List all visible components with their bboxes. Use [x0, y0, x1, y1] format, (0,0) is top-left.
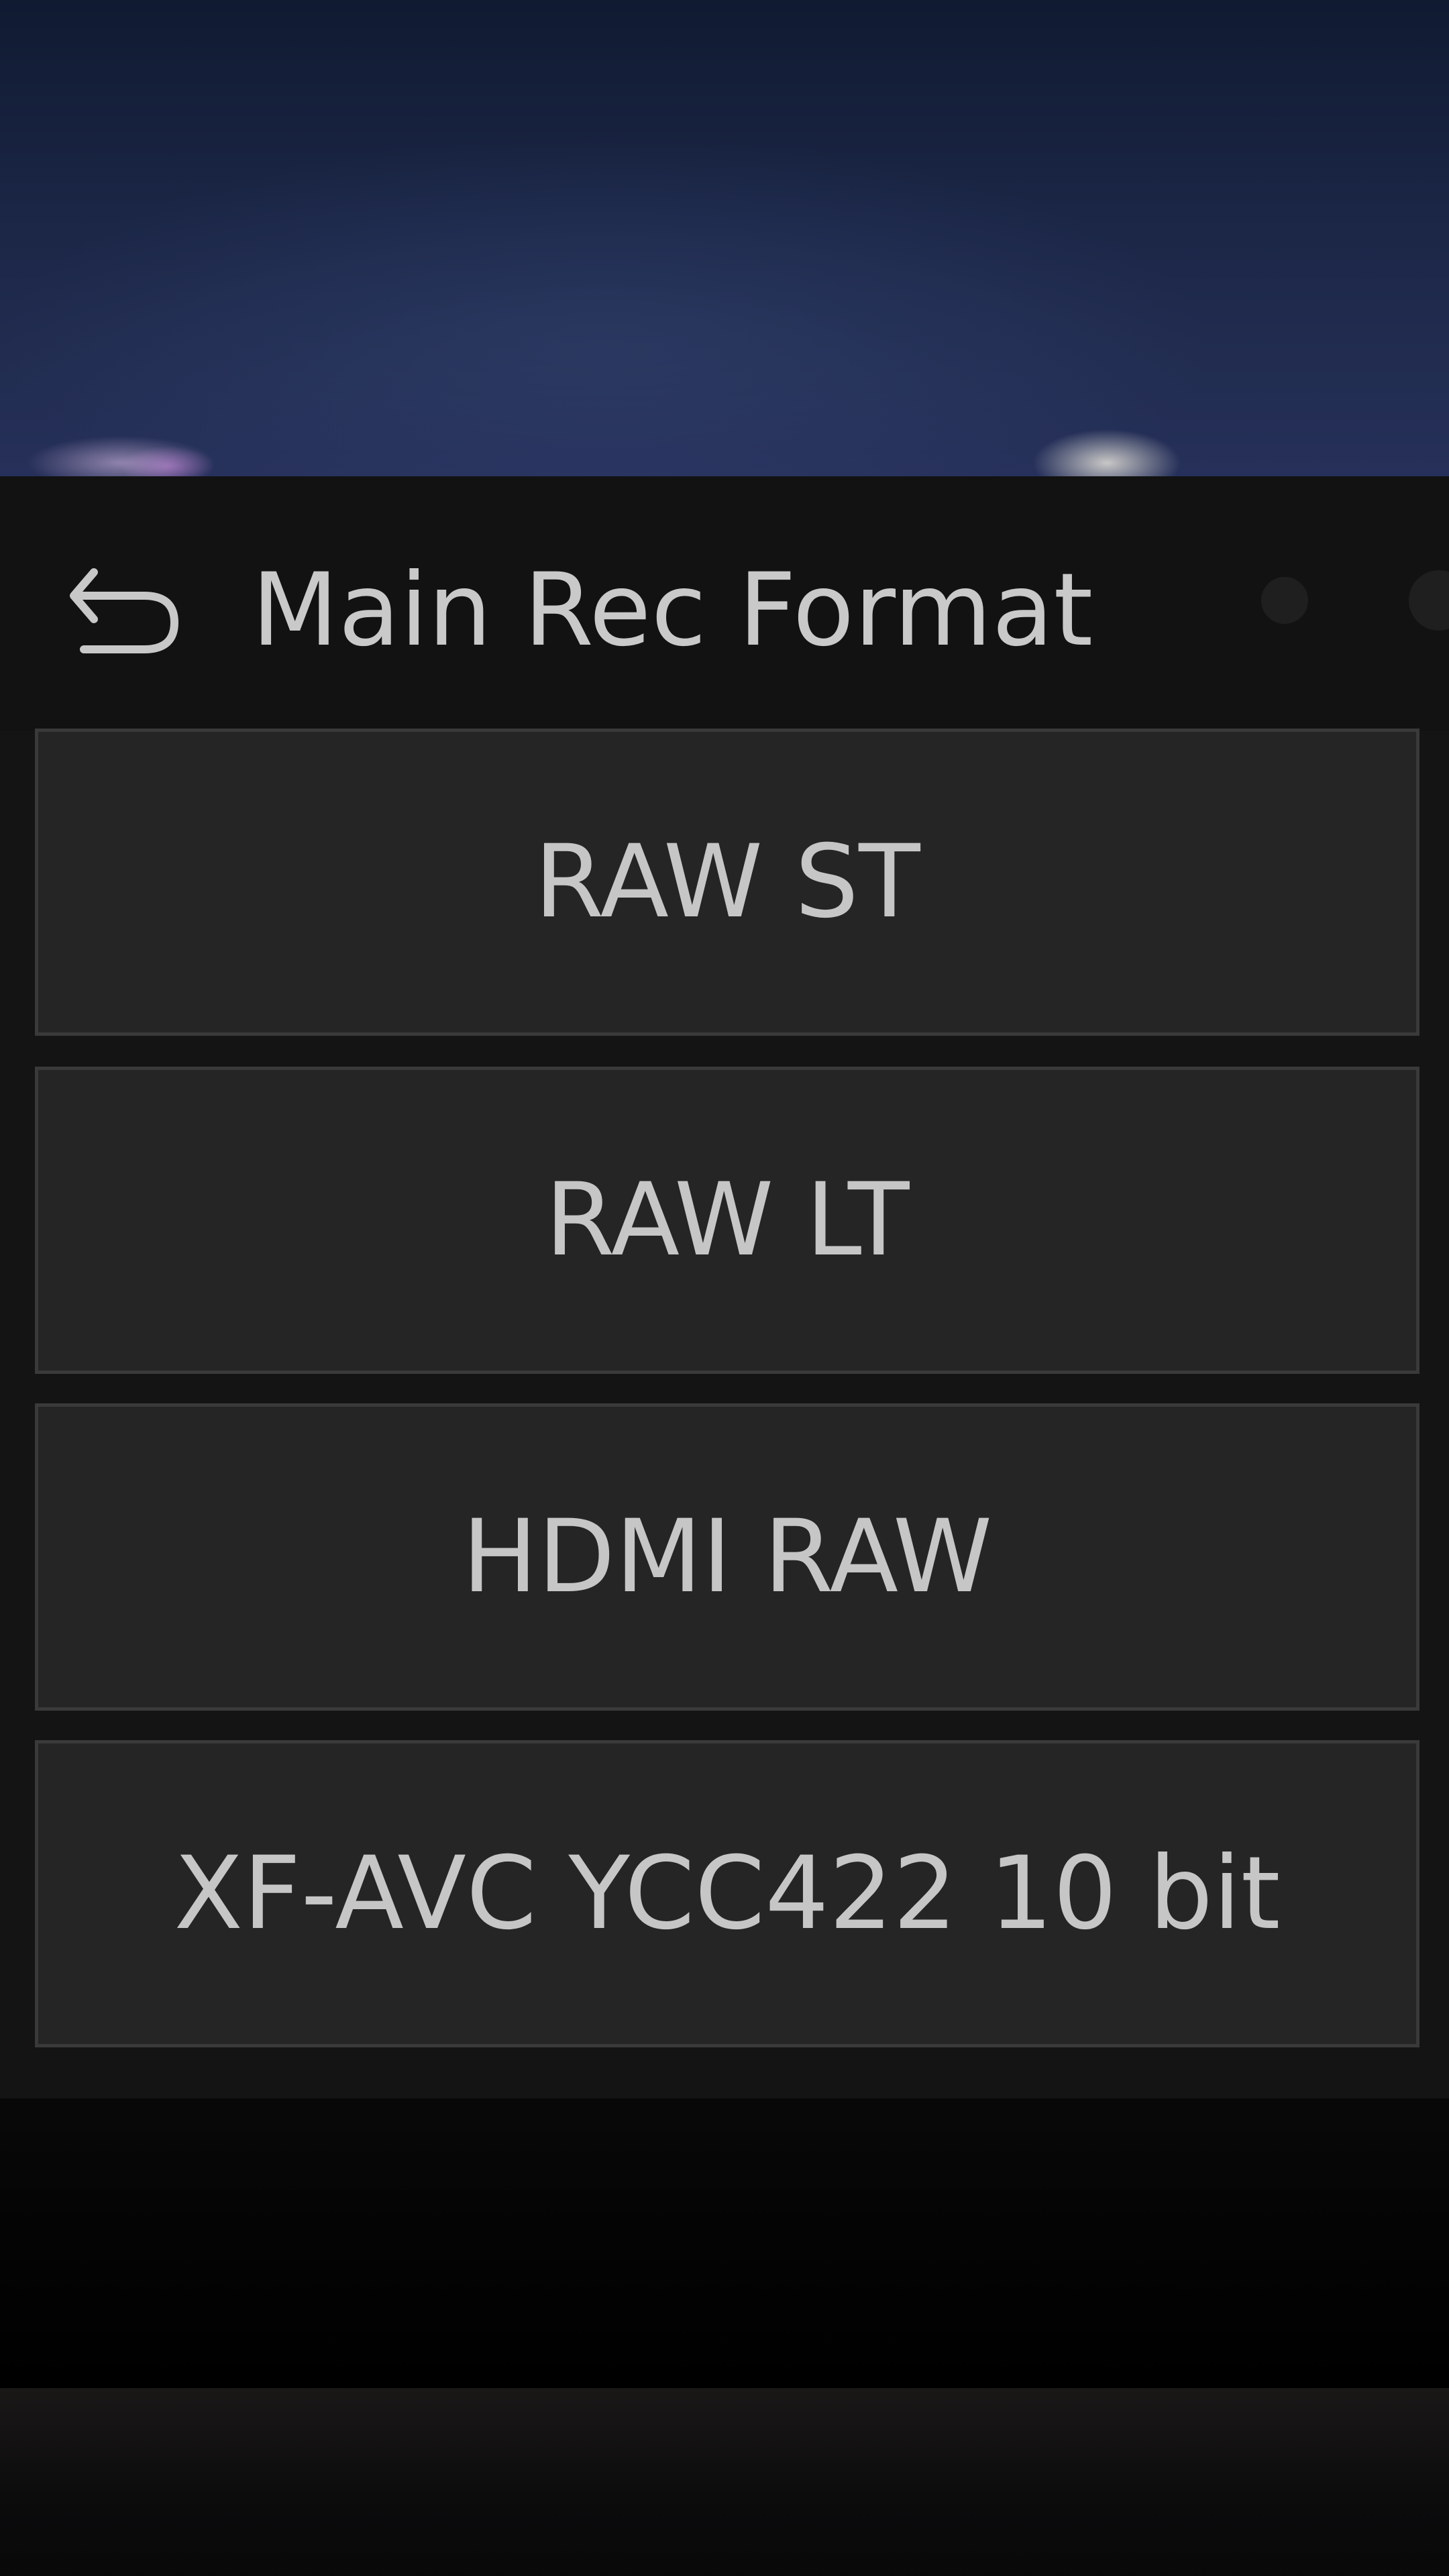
- back-button[interactable]: [60, 550, 188, 664]
- camera-live-view-bottom: [0, 2098, 1449, 2576]
- back-arrow-icon: [67, 555, 181, 659]
- page-title: Main Rec Format: [252, 552, 1093, 669]
- option-raw-lt[interactable]: RAW LT: [35, 1067, 1419, 1374]
- option-xf-avc-ycc422-10bit[interactable]: XF-AVC YCC422 10 bit: [35, 1740, 1419, 2047]
- camera-menu-screen: Main Rec Format RAW ST RAW LT HDMI RAW X…: [0, 0, 1449, 2576]
- option-hdmi-raw[interactable]: HDMI RAW: [35, 1403, 1419, 1711]
- option-raw-st[interactable]: RAW ST: [35, 729, 1419, 1036]
- camera-live-view-top: [0, 0, 1449, 476]
- indicator-dot: [1261, 577, 1308, 624]
- menu-header: Main Rec Format: [0, 476, 1449, 731]
